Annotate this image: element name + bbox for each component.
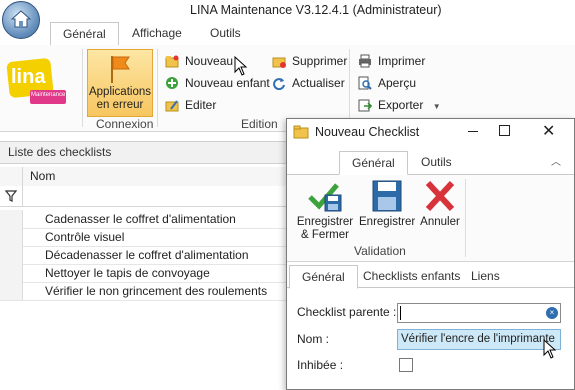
mouse-cursor-icon: [543, 339, 557, 359]
grid-filter-row[interactable]: [0, 186, 290, 207]
ribbon-separator: [349, 49, 350, 127]
column-nom[interactable]: Nom: [30, 169, 55, 183]
app-menu-button[interactable]: [2, 1, 40, 39]
table-row[interactable]: Décadenasser le coffret d'alimentation: [0, 246, 290, 265]
table-row[interactable]: Vérifier le non grincement des roulement…: [0, 282, 290, 301]
mouse-cursor-icon: [234, 56, 248, 76]
table-row[interactable]: Cadenasser le coffret d'alimentation: [0, 210, 290, 229]
inhibee-label: Inhibée :: [297, 358, 344, 372]
group-label-connexion: Connexion: [96, 117, 154, 131]
checklist-parente-label: Checklist parente :: [297, 305, 397, 319]
delete-folder-icon: [272, 57, 286, 68]
tab-general[interactable]: Général: [50, 22, 119, 46]
supprimer-button[interactable]: Supprimer: [272, 52, 347, 70]
lina-logo: lina Maintenance: [6, 57, 66, 106]
refresh-icon: [273, 78, 285, 90]
ribbon-tab-bar: Général Affichage Outils: [0, 22, 575, 46]
apercu-button[interactable]: Aperçu: [358, 74, 416, 92]
exporter-button[interactable]: Exporter ▼: [358, 96, 441, 114]
close-icon[interactable]: ✕: [542, 121, 555, 141]
actualiser-button[interactable]: Actualiser: [272, 74, 345, 92]
dialog-title: Nouveau Checklist: [315, 125, 420, 139]
content-tab-general[interactable]: Général: [289, 265, 358, 289]
exporter-label: Exporter: [378, 98, 424, 112]
dialog-tab-general[interactable]: Général: [339, 151, 408, 175]
lookup-close-icon[interactable]: ×: [546, 307, 558, 319]
nouveau-enfant-button[interactable]: Nouveau enfant: [165, 74, 270, 92]
supprimer-label: Supprimer: [292, 54, 348, 68]
save-button[interactable]: Enregistrer: [359, 179, 415, 239]
home-icon: [11, 10, 31, 28]
save-close-icon: [308, 183, 342, 212]
editer-label: Editer: [185, 98, 217, 112]
maximize-button[interactable]: [499, 125, 510, 136]
actualiser-label: Actualiser: [292, 76, 345, 90]
cancel-icon: [425, 180, 455, 212]
logo-subtext: Maintenance: [31, 92, 66, 98]
new-folder-icon: [165, 55, 179, 68]
editer-button[interactable]: Editer: [165, 96, 216, 114]
applications-en-erreur-button[interactable]: Applications en erreur: [87, 49, 153, 117]
cancel-button[interactable]: Annuler: [419, 179, 461, 239]
nom-label: Nom :: [297, 332, 330, 346]
cancel-label: Annuler: [420, 216, 460, 228]
logo-text: lina: [11, 66, 46, 88]
text-caret: [400, 306, 401, 320]
imprimer-label: Imprimer: [378, 54, 426, 68]
checklist-parente-field[interactable]: ×: [397, 303, 561, 323]
content-tab-checklists-enfants[interactable]: Checklists enfants: [351, 265, 472, 287]
window-title: LINA Maintenance V3.12.4.1 (Administrate…: [190, 3, 442, 17]
tab-outils[interactable]: Outils: [198, 22, 253, 44]
nouveau-enfant-label: Nouveau enfant: [185, 76, 270, 90]
save-close-button[interactable]: Enregistrer & Fermer: [295, 179, 355, 241]
nouveau-checklist-dialog: Nouveau Checklist ✕ Général Outils ︿ Enr…: [286, 118, 575, 390]
filter-icon[interactable]: [5, 190, 17, 202]
group-label-validation: Validation: [354, 244, 406, 258]
dialog-titlebar: Nouveau Checklist ✕: [287, 119, 574, 145]
checklist-panel-title: Liste des checklists: [8, 145, 112, 159]
save-close-label: Enregistrer & Fermer: [296, 216, 354, 241]
imprimer-button[interactable]: Imprimer: [358, 52, 425, 70]
add-child-icon: [166, 77, 178, 89]
collapse-ribbon-icon[interactable]: ︿: [551, 153, 561, 168]
export-icon: [358, 99, 372, 112]
table-row[interactable]: Contrôle visuel: [0, 228, 290, 247]
table-row[interactable]: Nettoyer le tapis de convoyage: [0, 264, 290, 283]
group-label-edition: Edition: [241, 117, 278, 131]
ribbon-separator: [465, 179, 466, 257]
nom-field[interactable]: Vérifier l'encre de l'imprimante: [397, 329, 561, 350]
inhibee-checkbox[interactable]: [399, 358, 413, 372]
nouveau-label: Nouveau: [185, 54, 234, 68]
edit-folder-icon: [165, 100, 179, 112]
folder-icon: [293, 125, 309, 139]
save-label: Enregistrer: [359, 216, 416, 228]
ribbon-separator: [82, 49, 83, 127]
content-tab-liens[interactable]: Liens: [459, 265, 512, 287]
chevron-down-icon: ▼: [432, 102, 441, 111]
dialog-tab-outils[interactable]: Outils: [409, 151, 464, 173]
flag-icon: [111, 56, 130, 83]
printer-icon: [359, 54, 371, 68]
nouveau-button[interactable]: Nouveau: [165, 52, 233, 70]
minimize-button[interactable]: [465, 123, 481, 139]
applications-en-erreur-label: Applications en erreur: [88, 86, 151, 111]
apercu-label: Aperçu: [378, 76, 417, 90]
print-preview-icon: [358, 76, 372, 90]
save-icon: [372, 180, 402, 212]
ribbon-separator: [157, 49, 158, 127]
grid-column-header: Nom: [0, 167, 290, 187]
tab-affichage[interactable]: Affichage: [120, 22, 194, 44]
